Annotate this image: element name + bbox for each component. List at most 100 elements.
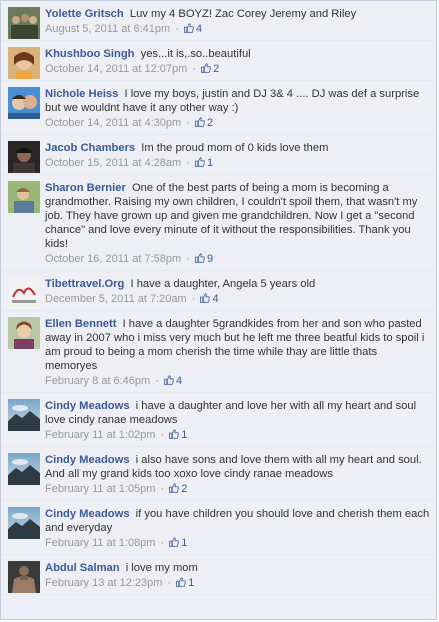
comment-body: Nichole Heiss I love my boys, justin and… — [45, 86, 430, 115]
comment-body: Tibettravel.Org I have a daughter, Angel… — [45, 276, 430, 291]
comment-timestamp[interactable]: February 8 at 6:46pm — [45, 375, 150, 387]
comment-meta: August 5, 2011 at 6:41pm · 4 — [45, 22, 430, 36]
thumbs-up-icon — [169, 483, 180, 493]
thumbs-up-icon — [194, 253, 205, 263]
comment-body: Abdul Salman i love my mom — [45, 560, 430, 575]
meta-separator: · — [160, 537, 165, 549]
like-count-link[interactable]: 2 — [201, 63, 219, 75]
comment-item: Yolette Gritsch Luv my 4 BOYZ! Zac Corey… — [1, 1, 436, 41]
avatar-ellen — [8, 317, 40, 349]
comment-meta: December 5, 2011 at 7:20am · 4 — [45, 292, 430, 306]
comment-body: Khushboo Singh yes...it is,.so..beautifu… — [45, 46, 430, 61]
like-count: 1 — [206, 157, 214, 169]
comment-author-link[interactable]: Yolette Gritsch — [45, 8, 124, 20]
comment-text: Im the proud mom of 0 kids love them — [141, 142, 329, 154]
avatar-tibettravel — [8, 277, 40, 309]
comment-text: i love my mom — [125, 562, 198, 574]
like-count-link[interactable]: 2 — [194, 117, 214, 129]
comment-item: Cindy Meadows if you have children you s… — [1, 501, 436, 555]
comment-timestamp[interactable]: February 11 at 1:05pm — [45, 483, 155, 495]
comment-author-link[interactable]: Cindy Meadows — [45, 400, 130, 412]
comment-timestamp[interactable]: October 14, 2011 at 4:30pm — [45, 117, 181, 129]
avatar[interactable] — [8, 561, 40, 593]
comment-author-link[interactable]: Abdul Salman — [45, 562, 120, 574]
meta-separator: · — [175, 23, 179, 35]
like-count-link[interactable]: 1 — [194, 157, 214, 169]
comment-timestamp[interactable]: August 5, 2011 at 6:41pm — [45, 23, 170, 35]
like-count-link[interactable]: 2 — [169, 483, 187, 495]
like-count-link[interactable]: 1 — [169, 537, 187, 549]
comment-meta: February 8 at 6:46pm · 4 — [45, 374, 430, 388]
comment-timestamp[interactable]: October 15, 2011 at 4:28am — [45, 157, 181, 169]
comment-body: Ellen Bennett I have a daughter 5grandki… — [45, 316, 430, 373]
comment-meta: October 16, 2011 at 7:58pm · 9 — [45, 252, 430, 266]
avatar[interactable] — [8, 181, 40, 213]
like-count: 9 — [206, 253, 214, 265]
comment-item: Tibettravel.Org I have a daughter, Angel… — [1, 271, 436, 311]
comment-author-link[interactable]: Cindy Meadows — [45, 454, 130, 466]
comment-timestamp[interactable]: February 13 at 12:23pm — [45, 577, 162, 589]
like-count-link[interactable]: 4 — [163, 375, 182, 387]
like-count: 2 — [181, 483, 188, 495]
thumbs-up-icon — [163, 375, 174, 385]
comment-author-link[interactable]: Ellen Bennett — [45, 318, 116, 330]
comment-author-link[interactable]: Khushboo Singh — [45, 48, 134, 60]
comment-meta: October 14, 2011 at 4:30pm · 2 — [45, 116, 430, 130]
comment-timestamp[interactable]: December 5, 2011 at 7:20am — [45, 293, 187, 305]
meta-separator: · — [155, 375, 159, 387]
comment-item: Khushboo Singh yes...it is,.so..beautifu… — [1, 41, 436, 81]
meta-separator: · — [160, 483, 165, 495]
comment-item: Ellen Bennett I have a daughter 5grandki… — [1, 311, 436, 393]
comment-body: Jacob Chambers Im the proud mom of 0 kid… — [45, 140, 430, 155]
avatar-cindy — [8, 453, 40, 485]
comment-body: Cindy Meadows i also have sons and love … — [45, 452, 430, 481]
comment-timestamp[interactable]: February 11 at 1:02pm — [45, 429, 155, 441]
meta-separator: · — [186, 157, 190, 169]
avatar[interactable] — [8, 87, 40, 119]
comment-item: Cindy Meadows i have a daughter and love… — [1, 393, 436, 447]
comment-author-link[interactable]: Jacob Chambers — [45, 142, 135, 154]
avatar-cindy — [8, 507, 40, 539]
meta-separator: · — [192, 63, 197, 75]
like-count-link[interactable]: 4 — [183, 23, 202, 35]
like-count-link[interactable]: 1 — [169, 429, 187, 441]
comment-text: I have a daughter, Angela 5 years old — [130, 278, 316, 290]
comment-timestamp[interactable]: October 16, 2011 at 7:58pm — [45, 253, 181, 265]
comment-meta: February 13 at 12:23pm · 1 — [45, 576, 430, 590]
avatar[interactable] — [8, 507, 40, 539]
avatar-khushboo — [8, 47, 40, 79]
meta-separator: · — [160, 429, 165, 441]
comment-body: Sharon Bernier One of the best parts of … — [45, 180, 430, 251]
avatar[interactable] — [8, 453, 40, 485]
avatar-nichole — [8, 87, 40, 119]
comment-author-link[interactable]: Tibettravel.Org — [45, 278, 124, 290]
avatar[interactable] — [8, 7, 40, 39]
comment-text: Luv my 4 BOYZ! Zac Corey Jeremy and Rile… — [129, 8, 357, 20]
comment-meta: February 11 at 1:08pm · 1 — [45, 536, 430, 550]
comment-timestamp[interactable]: October 14, 2011 at 12:07pm — [45, 63, 187, 75]
like-count: 2 — [206, 117, 214, 129]
avatar[interactable] — [8, 277, 40, 309]
avatar[interactable] — [8, 141, 40, 173]
thumbs-up-icon — [169, 537, 180, 547]
thumbs-up-icon — [200, 293, 211, 303]
comment-author-link[interactable]: Nichole Heiss — [45, 88, 118, 100]
thumbs-up-icon — [176, 577, 187, 587]
meta-separator: · — [191, 293, 196, 305]
like-count: 1 — [181, 429, 188, 441]
comment-item: Jacob Chambers Im the proud mom of 0 kid… — [1, 135, 436, 175]
comments-list: Yolette Gritsch Luv my 4 BOYZ! Zac Corey… — [0, 0, 437, 620]
like-count-link[interactable]: 1 — [176, 577, 194, 589]
comment-author-link[interactable]: Sharon Bernier — [45, 182, 126, 194]
avatar-abdul — [8, 561, 40, 593]
comment-text: yes...it is,.so..beautiful — [140, 48, 251, 60]
thumbs-up-icon — [201, 63, 211, 73]
comment-author-link[interactable]: Cindy Meadows — [45, 508, 130, 520]
comment-timestamp[interactable]: February 11 at 1:08pm — [45, 537, 155, 549]
like-count-link[interactable]: 9 — [194, 253, 214, 265]
avatar[interactable] — [8, 47, 40, 79]
avatar[interactable] — [8, 399, 40, 431]
like-count-link[interactable]: 4 — [200, 293, 219, 305]
comment-item: Sharon Bernier One of the best parts of … — [1, 175, 436, 271]
avatar[interactable] — [8, 317, 40, 349]
